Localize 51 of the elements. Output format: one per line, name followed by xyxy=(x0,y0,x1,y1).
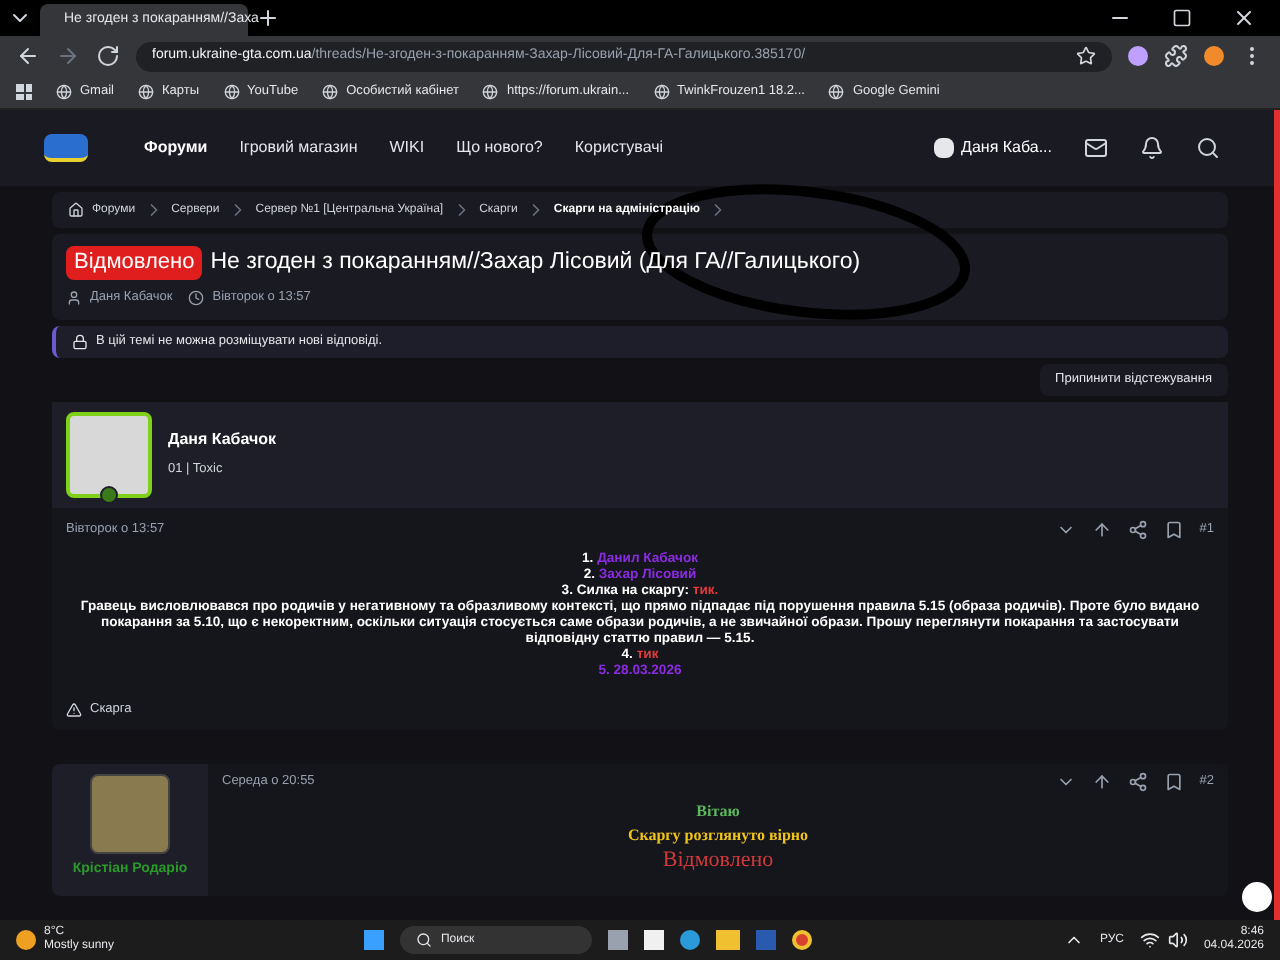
bell-icon[interactable] xyxy=(1140,136,1164,160)
nav-link[interactable]: WIKI xyxy=(389,136,425,160)
arrow-up-icon[interactable] xyxy=(1091,771,1112,791)
nav-link[interactable]: Що нового? xyxy=(456,136,543,160)
status-badge: Відмовлено xyxy=(66,246,203,280)
new-tab-icon[interactable] xyxy=(256,6,280,30)
user-icon xyxy=(66,290,82,307)
clock-icon xyxy=(188,290,205,307)
post-author[interactable]: Даня Кабачок xyxy=(168,428,277,453)
mail-icon[interactable] xyxy=(1084,136,1108,160)
home-icon xyxy=(68,202,84,218)
lock-icon xyxy=(72,334,88,350)
extensions-icon[interactable] xyxy=(1164,44,1188,68)
volume-icon[interactable] xyxy=(1167,930,1188,950)
thread-title: Не згоден з покаранням//Захар Лісовий (Для ГА//Галицького) xyxy=(210,248,861,278)
share-icon[interactable] xyxy=(1127,771,1148,791)
post-text: Вітаю xyxy=(696,799,740,823)
user-name[interactable]: Даня Каба... xyxy=(961,136,1052,160)
nav-link[interactable]: Форуми xyxy=(144,136,208,160)
bookmark-icon[interactable] xyxy=(1163,771,1184,791)
photo-placeholder xyxy=(90,773,170,853)
bookmark-star-icon[interactable] xyxy=(1076,46,1096,66)
close-icon[interactable] xyxy=(1232,6,1256,30)
bookmark-favicon-icon xyxy=(482,84,499,100)
search-icon xyxy=(416,932,433,948)
post-text: Скаргу розглянуто вірно xyxy=(627,823,809,847)
arrow-up-icon[interactable] xyxy=(1091,519,1112,540)
profile-avatar-icon[interactable] xyxy=(1204,46,1224,66)
bookmark-favicon-icon xyxy=(137,84,154,100)
nav-link[interactable]: Користувачі xyxy=(574,136,664,160)
bookmark-favicon-icon xyxy=(322,84,339,100)
wifi-icon[interactable] xyxy=(1139,930,1160,950)
apps-grid-icon[interactable] xyxy=(16,84,32,100)
warning-icon xyxy=(66,701,82,718)
bookmark-favicon-icon xyxy=(56,84,72,100)
reload-icon[interactable] xyxy=(96,44,120,68)
profile-avatar-icon[interactable] xyxy=(1128,46,1148,66)
forward-icon[interactable] xyxy=(56,44,80,68)
nav-link[interactable]: Ігровий магазин xyxy=(239,136,358,160)
search-icon[interactable] xyxy=(1196,136,1220,160)
post-text: Відмовлено xyxy=(662,847,774,873)
share-icon[interactable] xyxy=(1127,519,1148,540)
bookmark-favicon-icon xyxy=(653,84,670,100)
floating-button-icon[interactable] xyxy=(1242,882,1272,912)
maximize-icon[interactable] xyxy=(1172,8,1192,28)
bookmark-icon[interactable] xyxy=(1163,519,1184,540)
back-icon[interactable] xyxy=(16,44,40,68)
bookmark-favicon-icon xyxy=(828,84,845,100)
user-avatar-icon xyxy=(933,138,954,158)
weather-icon xyxy=(16,930,36,950)
bookmark-favicon-icon xyxy=(223,84,240,100)
